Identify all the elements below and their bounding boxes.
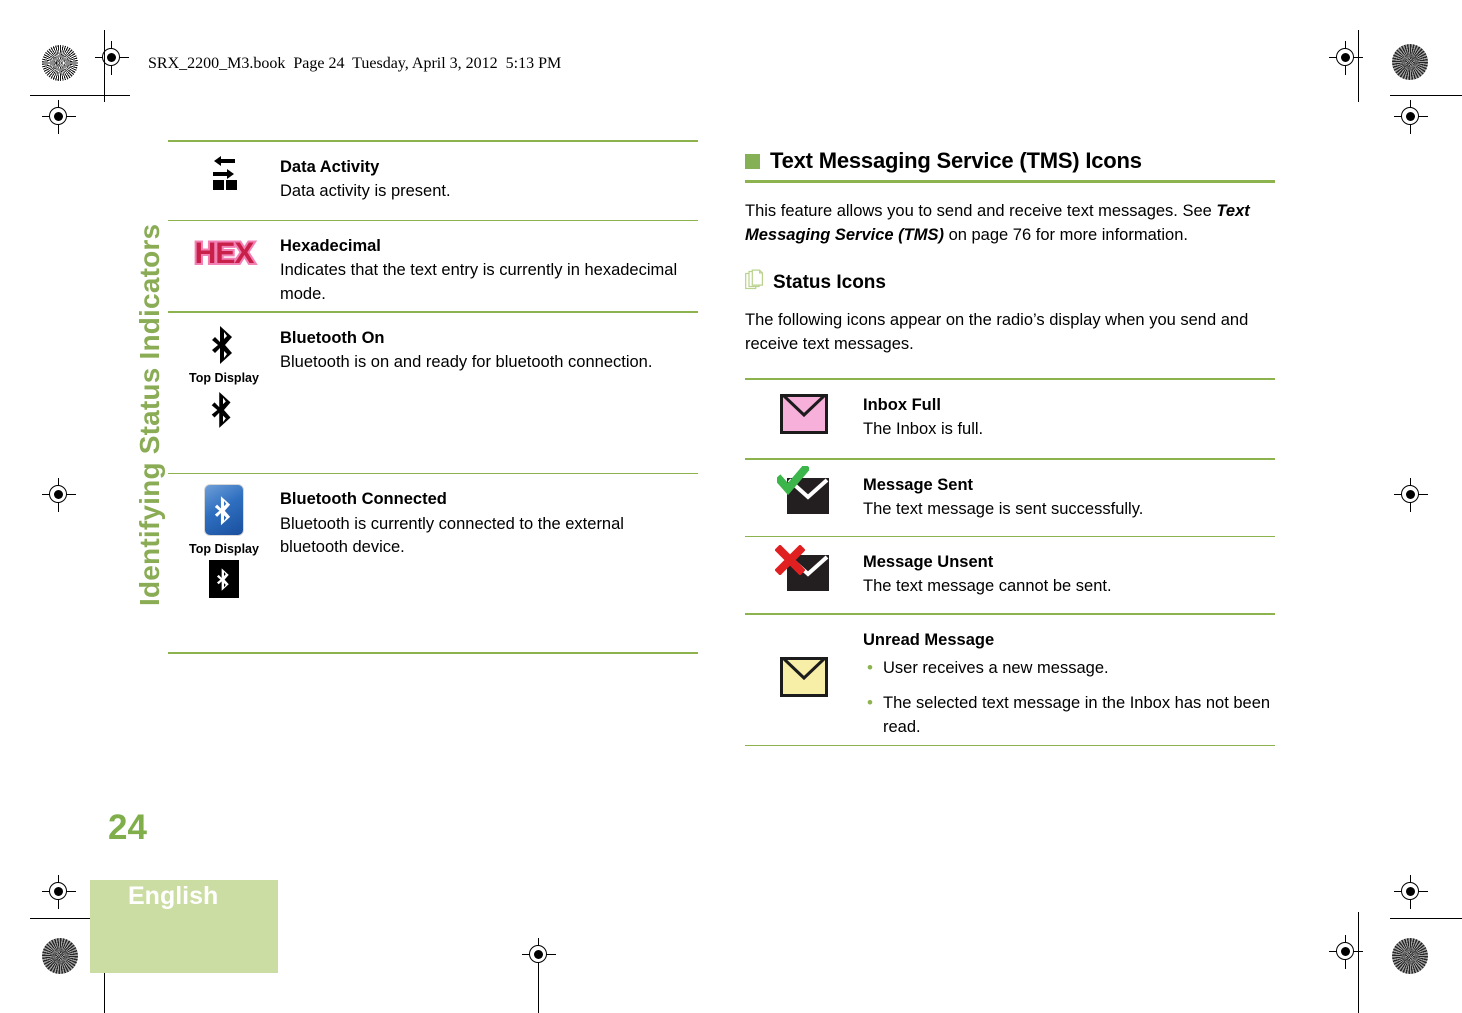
icon-cell — [745, 460, 863, 514]
section-heading: Text Messaging Service (TMS) Icons — [745, 148, 1275, 174]
registration-rosette-bottom-right — [1392, 938, 1428, 974]
row-separator — [168, 652, 698, 654]
registration-target-top-left-inner — [95, 41, 129, 75]
registration-target-left-middle — [42, 478, 76, 512]
cross-mark-icon — [774, 544, 806, 580]
message-unsent-icon — [774, 544, 829, 592]
registration-target-bottom-center — [522, 938, 556, 972]
hexadecimal-icon: HEX — [193, 237, 257, 271]
chapter-side-tab: Identifying Status Indicators — [134, 223, 165, 606]
bluetooth-connected-icon-secondary — [209, 560, 239, 599]
registration-rosette-top-right — [1392, 44, 1428, 80]
icon-cell — [745, 615, 863, 697]
text-cell: Bluetooth On Bluetooth is on and ready f… — [280, 313, 698, 375]
row-description: The text message is sent successfully. — [863, 499, 1144, 518]
page-number: 24 — [108, 808, 147, 847]
row-description: The Inbox is full. — [863, 420, 984, 439]
table-row: HEX Hexadecimal Indicates that the text … — [168, 221, 698, 311]
row-title: Data Activity — [280, 157, 380, 176]
row-title: Message Unsent — [863, 553, 994, 572]
icon-cell — [745, 537, 863, 592]
registration-target-right-middle — [1394, 478, 1428, 512]
text-cell: Bluetooth Connected Bluetooth is current… — [280, 474, 698, 559]
data-activity-icon — [204, 152, 244, 192]
list-item: The selected text message in the Inbox h… — [863, 691, 1271, 739]
text-cell: Message Sent The text message is sent su… — [863, 460, 1275, 522]
list-item: User receives a new message. — [863, 656, 1271, 681]
registration-target-right-upper — [1394, 100, 1428, 134]
subsection-intro-paragraph: The following icons appear on the radio’… — [745, 311, 1249, 354]
section-heading-rule — [745, 180, 1275, 183]
registration-target-left-lower — [42, 875, 76, 909]
square-bullet-icon — [745, 153, 760, 169]
stacked-pages-icon — [745, 269, 764, 296]
subsection-heading: Status Icons — [745, 269, 1275, 296]
icon-cell: Top Display — [168, 313, 280, 431]
crop-mark-bottom-right-horizontal — [1390, 918, 1462, 920]
intro-text-after: on page 76 for more information. — [943, 226, 1188, 245]
intro-text-before: This feature allows you to send and rece… — [745, 202, 1217, 220]
table-row: Message Sent The text message is sent su… — [745, 460, 1275, 536]
crop-mark-top-left-horizontal — [30, 95, 130, 97]
row-description: Bluetooth is currently connected to the … — [280, 514, 624, 557]
bullet-list: User receives a new message. The selecte… — [863, 656, 1271, 739]
left-column: Data Activity Data activity is present. … — [168, 140, 698, 654]
language-label: English — [128, 882, 219, 910]
text-cell: Data Activity Data activity is present. — [280, 142, 698, 204]
bluetooth-on-icon-secondary — [207, 389, 241, 431]
registration-target-right-lower — [1394, 875, 1428, 909]
registration-rosette-bottom-left — [42, 938, 78, 974]
text-cell: Unread Message User receives a new messa… — [863, 615, 1275, 740]
bluetooth-connected-icon — [204, 484, 244, 537]
bluetooth-on-icon — [207, 323, 241, 365]
unread-message-icon — [780, 656, 828, 697]
row-description: The text message cannot be sent. — [863, 577, 1112, 596]
table-row: Top Display Bluetooth Connected Bluetoot… — [168, 474, 698, 652]
crop-mark-top-right-horizontal — [1390, 95, 1462, 97]
table-row: Top Display Bluetooth On Bluetooth is on… — [168, 313, 698, 473]
row-title: Unread Message — [863, 630, 995, 649]
icon-cell: HEX — [168, 221, 280, 271]
row-title: Hexadecimal — [280, 237, 381, 256]
registration-rosette-top-left — [42, 45, 78, 81]
top-display-caption: Top Display — [189, 370, 259, 385]
crop-mark-left-vertical — [104, 30, 106, 102]
icon-cell — [168, 142, 280, 192]
crop-mark-right-vertical — [1358, 30, 1360, 102]
subsection-heading-text: Status Icons — [773, 271, 886, 293]
table-row: Message Unsent The text message cannot b… — [745, 537, 1275, 613]
row-description: Indicates that the text entry is current… — [280, 261, 678, 303]
table-row: Data Activity Data activity is present. — [168, 142, 698, 220]
top-display-caption: Top Display — [189, 542, 259, 557]
row-title: Bluetooth On — [280, 328, 385, 347]
registration-target-left-upper — [42, 100, 76, 134]
text-cell: Message Unsent The text message cannot b… — [863, 537, 1275, 599]
table-row: Inbox Full The Inbox is full. — [745, 380, 1275, 458]
message-sent-icon — [774, 462, 829, 514]
text-cell: Inbox Full The Inbox is full. — [863, 380, 1275, 442]
row-title: Inbox Full — [863, 395, 941, 414]
intro-paragraph: This feature allows you to send and rece… — [745, 199, 1275, 247]
row-title: Bluetooth Connected — [280, 490, 447, 509]
book-file-header: SRX_2200_M3.book Page 24 Tuesday, April … — [148, 55, 562, 72]
row-description: Bluetooth is on and ready for bluetooth … — [280, 353, 653, 372]
inbox-full-icon — [780, 393, 828, 434]
envelope-flap — [783, 396, 825, 425]
icon-cell: Top Display — [168, 474, 280, 599]
icon-cell — [745, 380, 863, 434]
envelope-flap — [783, 659, 825, 688]
row-title: Message Sent — [863, 475, 974, 494]
table-row: Unread Message User receives a new messa… — [745, 615, 1275, 745]
check-mark-icon — [774, 462, 811, 501]
crop-mark-right-vertical-bottom — [1358, 912, 1360, 1013]
text-cell: Hexadecimal Indicates that the text entr… — [280, 221, 698, 306]
right-column: Text Messaging Service (TMS) Icons This … — [745, 140, 1275, 747]
row-description: Data activity is present. — [280, 181, 451, 200]
section-heading-text: Text Messaging Service (TMS) Icons — [770, 148, 1142, 173]
row-separator — [745, 744, 1275, 747]
